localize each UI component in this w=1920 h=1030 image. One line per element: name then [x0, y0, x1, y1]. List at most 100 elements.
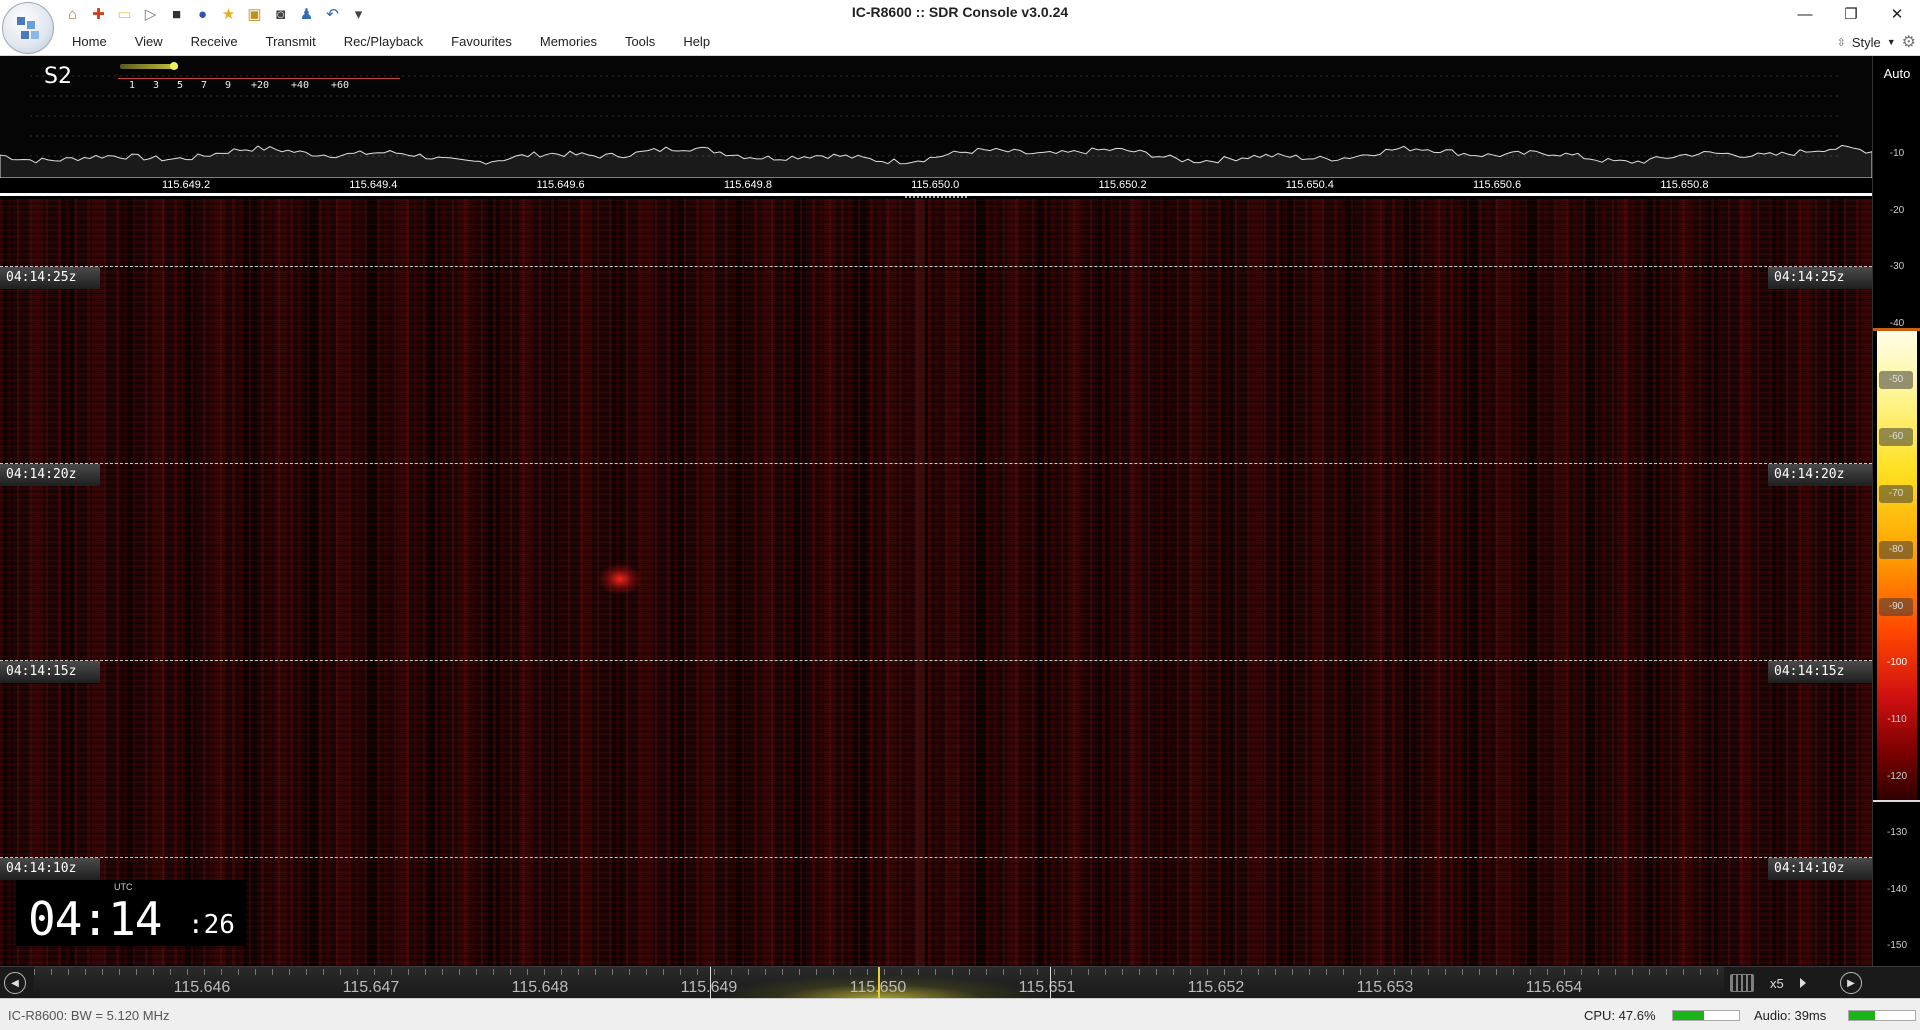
band-tick: [1479, 969, 1480, 975]
app-menu-button[interactable]: [2, 2, 54, 54]
scroll-left-button[interactable]: ◀: [4, 972, 26, 994]
band-tick: [1054, 969, 1055, 975]
timestamp-label-left: 04:14:15z: [0, 661, 100, 683]
band-tick: [952, 969, 953, 975]
smeter-peak-indicator: [170, 62, 178, 70]
style-label[interactable]: Style: [1852, 35, 1881, 50]
minimize-button[interactable]: —: [1782, 0, 1828, 28]
timestamp-label-left: 04:14:10z: [0, 858, 100, 880]
span-left-edge[interactable]: [710, 967, 711, 999]
level-label: -150: [1886, 940, 1907, 952]
keyboard-icon[interactable]: [1730, 974, 1754, 992]
band-tick: [697, 969, 698, 975]
band-tick: [816, 969, 817, 975]
band-tick: [1122, 969, 1123, 975]
level-label: -20: [1889, 204, 1905, 216]
quick-access-toolbar: ⌂ ✚ ▭ ▷ ■ ● ★ ▣ ◙ ♟ ↶ ▾: [62, 2, 369, 26]
star-icon[interactable]: ★: [218, 4, 239, 25]
tab-view[interactable]: View: [121, 28, 177, 56]
scroll-updown-icon[interactable]: ⇳: [1837, 36, 1846, 49]
smeter-tick-label: 1: [128, 80, 136, 91]
tab-memories[interactable]: Memories: [526, 28, 611, 56]
customize-dropdown-icon[interactable]: ▾: [348, 4, 369, 25]
tab-tools[interactable]: Tools: [611, 28, 669, 56]
status-bar: IC-R8600: BW = 5.120 MHz CPU: 47.6% Audi…: [0, 998, 1920, 1030]
chevron-down-icon[interactable]: ▼: [1887, 37, 1896, 47]
lifebuoy-icon[interactable]: ✚: [88, 4, 109, 25]
band-tick: [578, 969, 579, 975]
band-tick: [1700, 969, 1701, 975]
home-icon[interactable]: ⌂: [62, 4, 83, 25]
band-tick: [1071, 969, 1072, 975]
tab-favourites[interactable]: Favourites: [437, 28, 526, 56]
stop-icon[interactable]: ■: [166, 4, 187, 25]
band-tick: [1666, 969, 1667, 975]
band-tick: [986, 969, 987, 975]
band-tick: [459, 969, 460, 975]
band-tick: [1649, 969, 1650, 975]
band-frequency-label: 115.651: [1018, 979, 1076, 996]
utc-clock: UTC 04:14 :26: [16, 880, 246, 946]
band-tick: [1615, 969, 1616, 975]
scroll-right-button[interactable]: ▶: [1840, 972, 1862, 994]
tab-home[interactable]: Home: [58, 28, 121, 56]
ribbon-tab-bar: Home View Receive Transmit Rec/Playback Favou…: [0, 28, 1920, 56]
band-tick: [1632, 969, 1633, 975]
audio-latency-fill: [1849, 1011, 1876, 1020]
zoom-level[interactable]: x5: [1764, 976, 1790, 991]
band-frequency-label: 115.648: [511, 979, 569, 996]
settings-gear-icon[interactable]: ⚙: [1902, 32, 1916, 52]
cpu-usage-fill: [1673, 1011, 1705, 1020]
level-min-marker[interactable]: [1873, 800, 1920, 802]
waterfall-color-bar[interactable]: [1877, 330, 1917, 800]
band-tick: [1173, 969, 1174, 975]
play-icon[interactable]: ▷: [140, 4, 161, 25]
band-frequency-label: 115.649: [680, 979, 738, 996]
close-button[interactable]: ✕: [1874, 0, 1920, 28]
band-tick: [357, 969, 358, 975]
camera-icon[interactable]: ◙: [270, 4, 291, 25]
band-tick: [833, 969, 834, 975]
undo-icon[interactable]: ↶: [322, 4, 343, 25]
restore-button[interactable]: ❐: [1828, 0, 1874, 28]
lock-icon[interactable]: ▣: [244, 4, 265, 25]
tab-help[interactable]: Help: [669, 28, 724, 56]
style-menu[interactable]: ⇳ Style ▼ ⚙: [1837, 32, 1916, 52]
smeter-tick-label: 3: [152, 80, 160, 91]
folder-icon[interactable]: ▭: [114, 4, 135, 25]
timestamp-label-right: 04:14:10z: [1768, 858, 1872, 880]
person-icon[interactable]: ♟: [296, 4, 317, 25]
auto-level-button[interactable]: Auto: [1873, 66, 1920, 81]
record-icon[interactable]: ●: [192, 4, 213, 25]
band-tick: [1275, 969, 1276, 975]
band-tick: [731, 969, 732, 975]
band-tick: [476, 969, 477, 975]
level-label: -130: [1886, 827, 1907, 839]
zoom-arrow-icon[interactable]: [1799, 978, 1806, 988]
smeter-tick-label: +20: [250, 80, 270, 91]
span-right-edge[interactable]: [1050, 967, 1051, 999]
band-tick: [782, 969, 783, 975]
band-tick: [595, 969, 596, 975]
time-marker-line: [0, 660, 1872, 661]
frequency-tick-label: 115.649.4: [349, 179, 398, 191]
band-tick: [1088, 969, 1089, 975]
band-tick: [1309, 969, 1310, 975]
band-track[interactable]: 115.646115.647115.648115.649115.650115.6…: [34, 967, 1724, 999]
spectrum-display[interactable]: S2 1 3 5 7 9 +20 +40 +60: [0, 56, 1872, 196]
band-tick: [85, 969, 86, 975]
waterfall-display[interactable]: 04:14:25z 04:14:25z 04:14:20z 04:14:20z 04:1…: [0, 199, 1872, 966]
tab-transmit[interactable]: Transmit: [252, 28, 330, 56]
band-tick: [255, 969, 256, 975]
sdr-console-window: ⌂ ✚ ▭ ▷ ■ ● ★ ▣ ◙ ♟ ↶ ▾ IC-R8600 :: SDR Console v3.…: [0, 0, 1920, 1030]
band-tick: [1717, 969, 1718, 975]
band-tick: [765, 969, 766, 975]
level-label: -40: [1889, 317, 1905, 329]
band-tools: x5: [1730, 971, 1806, 995]
band-tick: [442, 969, 443, 975]
frequency-scale[interactable]: 115.649.2 115.649.4 115.649.6 115.649.8 115.…: [0, 178, 1872, 196]
band-tick: [850, 969, 851, 975]
ribbon-tabs: Home View Receive Transmit Rec/Playback Favou…: [58, 28, 724, 56]
tab-rec-playback[interactable]: Rec/Playback: [330, 28, 437, 56]
tab-receive[interactable]: Receive: [177, 28, 252, 56]
